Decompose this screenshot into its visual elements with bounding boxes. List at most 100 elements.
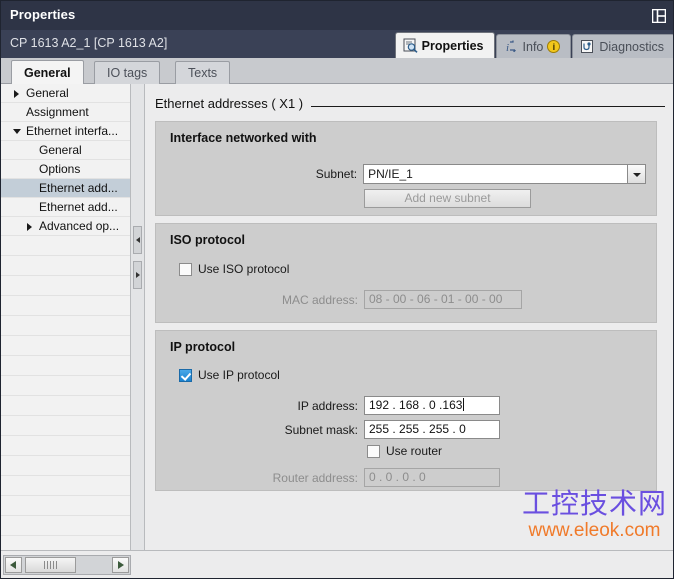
use-iso-protocol-label: Use ISO protocol xyxy=(198,262,290,276)
header-rule xyxy=(311,106,665,107)
tree-empty-row xyxy=(1,516,130,536)
tree-empty-row xyxy=(1,236,130,256)
sidebar-item-label: General xyxy=(39,143,82,157)
add-subnet-row: Add new subnet xyxy=(156,189,646,208)
tree-empty-row xyxy=(1,416,130,436)
ip-address-row: IP address: 192 . 168 . 0 .163 xyxy=(156,396,646,415)
tab-diagnostics-label: Diagnostics xyxy=(599,39,664,54)
subnet-select[interactable]: PN/IE_1 xyxy=(363,164,646,184)
tab-properties[interactable]: Properties xyxy=(394,32,495,58)
chevron-right-icon[interactable] xyxy=(14,90,19,98)
watermark: 工控技术网 www.eleok.com xyxy=(522,488,667,542)
top-tab-strip: Properties i Info i Diagnostics xyxy=(394,30,673,58)
collapse-left-arrow-icon xyxy=(136,237,140,243)
device-header-band: CP 1613 A2_1 [CP 1613 A2] Properties i I… xyxy=(1,30,673,58)
tree-empty-row xyxy=(1,296,130,316)
router-address-row: Router address: 0 . 0 . 0 . 0 xyxy=(156,468,646,487)
info-badge: i xyxy=(547,40,561,53)
sidebar-item-ethernet-addresses-2[interactable]: Ethernet add... xyxy=(1,198,130,217)
subtab-texts[interactable]: Texts xyxy=(175,61,231,84)
sidebar-item-assignment[interactable]: Assignment xyxy=(1,103,130,122)
use-router-checkbox[interactable] xyxy=(367,444,380,458)
use-iso-protocol-row: Use ISO protocol xyxy=(179,262,289,276)
collapse-left-button[interactable] xyxy=(133,226,142,254)
sidebar-item-label: Ethernet add... xyxy=(39,200,118,214)
properties-magnifier-icon xyxy=(403,38,418,53)
text-caret xyxy=(463,398,465,411)
group-iso-protocol: ISO protocol Use ISO protocol MAC addres… xyxy=(155,223,657,323)
tree-empty-row xyxy=(1,256,130,276)
scrollbar-thumb[interactable] xyxy=(25,557,76,573)
tree-empty-row xyxy=(1,456,130,476)
group-ip-protocol: IP protocol Use IP protocol IP address: … xyxy=(155,330,657,491)
horizontal-scrollbar[interactable] xyxy=(3,555,131,575)
scrollbar-grip-icon xyxy=(44,561,58,569)
sidebar-item-label: Assignment xyxy=(26,105,89,119)
subnet-mask-label: Subnet mask: xyxy=(284,422,358,437)
chevron-right-icon[interactable] xyxy=(27,223,32,231)
tree-empty-row xyxy=(1,336,130,356)
tab-info[interactable]: i Info i xyxy=(495,34,572,58)
chevron-down-icon[interactable] xyxy=(627,165,645,183)
router-address-field[interactable]: 0 . 0 . 0 . 0 xyxy=(364,468,500,487)
chevron-down-icon[interactable] xyxy=(13,129,21,134)
scroll-right-arrow-icon xyxy=(118,561,124,569)
sidebar-item-ethernet-addresses[interactable]: Ethernet add... xyxy=(1,179,130,198)
router-address-label: Router address: xyxy=(272,470,358,485)
use-router-label: Use router xyxy=(386,444,443,458)
bottom-bar xyxy=(1,550,673,578)
use-ip-protocol-checkbox[interactable] xyxy=(179,368,192,382)
tree-empty-row xyxy=(1,376,130,396)
subnet-mask-field[interactable]: 255 . 255 . 255 . 0 xyxy=(364,420,500,439)
tree-empty-row xyxy=(1,316,130,336)
watermark-url: www.eleok.com xyxy=(528,520,661,541)
mac-address-field[interactable]: 08 - 00 - 06 - 01 - 00 - 00 xyxy=(364,290,522,309)
tab-info-label: Info xyxy=(522,39,544,54)
title-bar: Properties xyxy=(1,1,673,30)
sidebar-item-label: Advanced op... xyxy=(39,219,120,233)
sidebar-item-general[interactable]: General xyxy=(1,84,130,103)
properties-window: Properties CP 1613 A2_1 [CP 1613 A2] Pro… xyxy=(0,0,674,579)
ip-address-label: IP address: xyxy=(297,398,358,413)
device-name: CP 1613 A2_1 [CP 1613 A2] xyxy=(10,36,168,50)
sidebar-item-label: Ethernet add... xyxy=(39,181,118,195)
mac-address-row: MAC address: 08 - 00 - 06 - 01 - 00 - 00 xyxy=(156,290,646,309)
mac-address-label: MAC address: xyxy=(281,292,358,307)
use-iso-protocol-checkbox[interactable] xyxy=(179,262,192,276)
sidebar-splitter[interactable] xyxy=(131,84,145,550)
sidebar-item-options[interactable]: Options xyxy=(1,160,130,179)
ip-address-value: 192 . 168 . 0 .163 xyxy=(369,398,463,412)
collapse-right-button[interactable] xyxy=(133,261,142,289)
window-title: Properties xyxy=(10,7,76,22)
add-new-subnet-button[interactable]: Add new subnet xyxy=(364,189,531,208)
group-interface-networked: Interface networked with Subnet: PN/IE_1… xyxy=(155,121,657,216)
tab-diagnostics[interactable]: Diagnostics xyxy=(572,34,673,58)
content-panel: Ethernet addresses ( X1 ) Interface netw… xyxy=(146,84,673,550)
subtab-io-tags[interactable]: IO tags xyxy=(94,61,161,84)
diagnostics-icon xyxy=(580,39,595,54)
tree-empty-row xyxy=(1,476,130,496)
watermark-chinese: 工控技术网 xyxy=(521,487,667,520)
sidebar-item-advanced-options[interactable]: Advanced op... xyxy=(1,217,130,236)
use-router-row: Use router xyxy=(367,444,442,458)
subnet-mask-row: Subnet mask: 255 . 255 . 255 . 0 xyxy=(156,420,646,439)
sub-tab-strip: General IO tags Texts xyxy=(1,58,673,85)
group-title-iso: ISO protocol xyxy=(170,233,245,247)
sidebar-item-label: Ethernet interfa... xyxy=(26,124,119,138)
subtab-general[interactable]: General xyxy=(11,60,84,85)
group-title-ip: IP protocol xyxy=(170,340,236,354)
group-title-interface: Interface networked with xyxy=(170,131,317,145)
page-header: Ethernet addresses ( X1 ) xyxy=(155,96,665,111)
ip-address-field[interactable]: 192 . 168 . 0 .163 xyxy=(364,396,500,415)
sidebar-item-ethernet-interface[interactable]: Ethernet interfa... xyxy=(1,122,130,141)
panel-layout-icon[interactable] xyxy=(651,8,667,24)
sidebar-item-ethernet-general[interactable]: General xyxy=(1,141,130,160)
sidebar-item-label: General xyxy=(26,86,69,100)
subnet-label: Subnet: xyxy=(315,167,358,181)
scroll-left-button[interactable] xyxy=(5,557,22,573)
navigation-sidebar: General Assignment Ethernet interfa... G… xyxy=(1,84,131,550)
tree-empty-row xyxy=(1,276,130,296)
tree-empty-row xyxy=(1,436,130,456)
scroll-right-button[interactable] xyxy=(112,557,129,573)
tab-properties-label: Properties xyxy=(421,38,484,53)
